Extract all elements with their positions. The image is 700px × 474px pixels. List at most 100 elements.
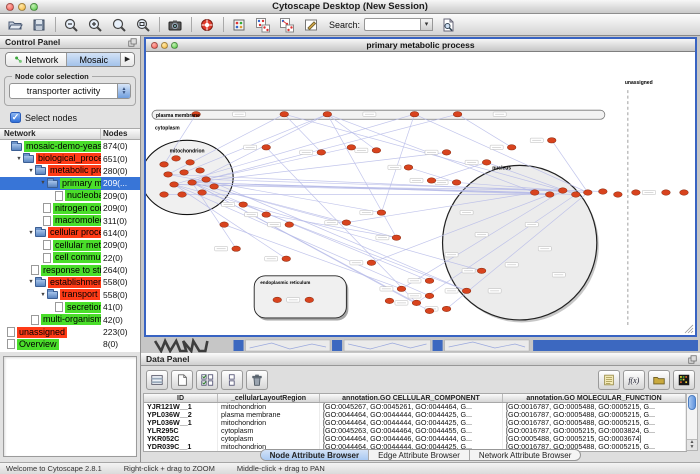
tab-overflow-arrow[interactable]: ▶: [121, 53, 134, 66]
close-button[interactable]: [6, 3, 14, 11]
layout-edges-button[interactable]: [277, 15, 296, 34]
network-node[interactable]: [262, 212, 271, 217]
tree-row[interactable]: nucleobase-209(0): [0, 190, 140, 202]
network-node[interactable]: [410, 112, 419, 117]
heatmap-button[interactable]: [673, 370, 695, 390]
new-attribute-button[interactable]: [171, 370, 193, 390]
network-node[interactable]: [202, 177, 211, 182]
table-cell[interactable]: mitochondrion: [218, 403, 320, 411]
network-node[interactable]: [273, 297, 282, 302]
network-node[interactable]: [239, 202, 248, 207]
table-row[interactable]: YLR295Ccytoplasm[GO:0045263, GO:0044464,…: [144, 427, 686, 435]
table-cell[interactable]: YPL036W__2: [144, 411, 218, 419]
table-cell[interactable]: YPL036W__1: [144, 419, 218, 427]
network-node[interactable]: [614, 192, 623, 197]
table-cell[interactable]: cytoplasm: [218, 435, 320, 443]
tree-expander-icon[interactable]: ▼: [39, 180, 47, 186]
network-node[interactable]: [453, 112, 462, 117]
network-node[interactable]: [425, 308, 434, 313]
network-node[interactable]: [425, 278, 434, 283]
table-cell[interactable]: [GO:0016787, GO:0005488, GO:0005215, G..…: [503, 411, 686, 419]
birds-eye-view[interactable]: [3, 356, 137, 457]
tree-row[interactable]: ▼metabolic process280(0): [0, 165, 140, 177]
table-cell[interactable]: mitochondrion: [218, 419, 320, 427]
delete-attribute-button[interactable]: [246, 370, 268, 390]
tab-network[interactable]: Network: [6, 53, 67, 66]
zoom-out-button[interactable]: [61, 15, 80, 34]
network-node[interactable]: [186, 160, 195, 165]
save-button[interactable]: [29, 15, 48, 34]
select-nodes-checkbox[interactable]: ✓: [10, 112, 21, 123]
region-plasma-membrane[interactable]: [152, 110, 605, 119]
advanced-search-button[interactable]: [438, 15, 457, 34]
network-node[interactable]: [160, 162, 169, 167]
table-cell[interactable]: [GO:0045267, GO:0045261, GO:0044464, G..…: [320, 403, 503, 411]
zoom-fit-button[interactable]: [109, 15, 128, 34]
network-node[interactable]: [323, 112, 332, 117]
network-node[interactable]: [347, 145, 356, 150]
network-node[interactable]: [412, 300, 421, 305]
function-builder-button[interactable]: f(x): [623, 370, 645, 390]
tree-row[interactable]: cell communicat22(0): [0, 252, 140, 264]
network-canvas[interactable]: plasma membranecytoplasmmitochondrionnuc…: [146, 52, 695, 335]
tree-expander-icon[interactable]: ▼: [27, 230, 35, 236]
table-column-header[interactable]: ID: [144, 394, 218, 402]
network-node[interactable]: [188, 180, 197, 185]
zoom-in-button[interactable]: [85, 15, 104, 34]
network-node[interactable]: [571, 192, 580, 197]
tree-row[interactable]: macromolecule311(0): [0, 214, 140, 226]
browser-tab[interactable]: Edge Attribute Browser: [369, 450, 470, 460]
network-node[interactable]: [477, 268, 486, 273]
tree-row[interactable]: cellular metabo209(0): [0, 239, 140, 251]
table-cell[interactable]: [GO:0016787, GO:0005488, GO:0005215, G..…: [503, 419, 686, 427]
tree-row[interactable]: unassigned223(0): [0, 326, 140, 338]
search-input[interactable]: [364, 18, 420, 31]
network-node[interactable]: [397, 286, 406, 291]
layout-nodes-button[interactable]: [253, 15, 272, 34]
table-column-header[interactable]: _cellularLayoutRegion: [218, 394, 320, 402]
browser-tab[interactable]: Network Attribute Browser: [470, 450, 580, 460]
network-node[interactable]: [545, 192, 554, 197]
tree-row[interactable]: nitrogen compo209(0): [0, 202, 140, 214]
tree-row[interactable]: ▼biological_process651(0): [0, 152, 140, 164]
network-node[interactable]: [305, 297, 314, 302]
network-node[interactable]: [558, 188, 567, 193]
open-button[interactable]: [5, 15, 24, 34]
network-node[interactable]: [547, 138, 556, 143]
select-attributes-button[interactable]: [196, 370, 218, 390]
table-column-header[interactable]: annotation.GO MOLECULAR_FUNCTION: [503, 394, 686, 402]
tree-expander-icon[interactable]: ▼: [27, 168, 35, 174]
browser-tab[interactable]: Node Attribute Browser: [261, 450, 370, 460]
network-node[interactable]: [599, 189, 608, 194]
search-dropdown-button[interactable]: ▾: [420, 18, 433, 31]
table-row[interactable]: YPL036W__1mitochondrion[GO:0044464, GO:0…: [144, 419, 686, 427]
attribute-editor-button[interactable]: [598, 370, 620, 390]
network-node[interactable]: [282, 256, 291, 261]
table-cell[interactable]: YJR121W__1: [144, 403, 218, 411]
tree-expander-icon[interactable]: ▼: [15, 156, 23, 162]
unselect-attributes-button[interactable]: [221, 370, 243, 390]
attribute-table-button[interactable]: [146, 370, 168, 390]
network-node[interactable]: [632, 190, 641, 195]
tree-row[interactable]: mosaic-demo-yeast874(0): [0, 140, 140, 152]
tree-row[interactable]: ▼primary metabol209(...: [0, 177, 140, 189]
table-cell[interactable]: [GO:0045263, GO:0044464, GO:0044455, G..…: [320, 427, 503, 435]
tree-expander-icon[interactable]: ▼: [27, 279, 35, 285]
tree-row[interactable]: ▼transport558(0): [0, 289, 140, 301]
network-node[interactable]: [452, 180, 461, 185]
network-node[interactable]: [285, 222, 294, 227]
minimize-button[interactable]: [18, 3, 26, 11]
zoom-selected-button[interactable]: [133, 15, 152, 34]
network-node[interactable]: [372, 148, 381, 153]
table-cell[interactable]: YKR052C: [144, 435, 218, 443]
network-node[interactable]: [210, 184, 219, 189]
import-attributes-button[interactable]: [648, 370, 670, 390]
network-node[interactable]: [342, 220, 351, 225]
region-nucleus[interactable]: [443, 165, 597, 320]
help-button[interactable]: [197, 15, 216, 34]
network-window-title-bar[interactable]: primary metabolic process: [146, 39, 695, 52]
table-cell[interactable]: [GO:0044464, GO:0044444, GO:0044425, G..…: [320, 419, 503, 427]
tree-row[interactable]: ▼cellular process614(0): [0, 227, 140, 239]
tree-row[interactable]: ▼establishment of lo558(0): [0, 276, 140, 288]
network-node[interactable]: [232, 246, 241, 251]
